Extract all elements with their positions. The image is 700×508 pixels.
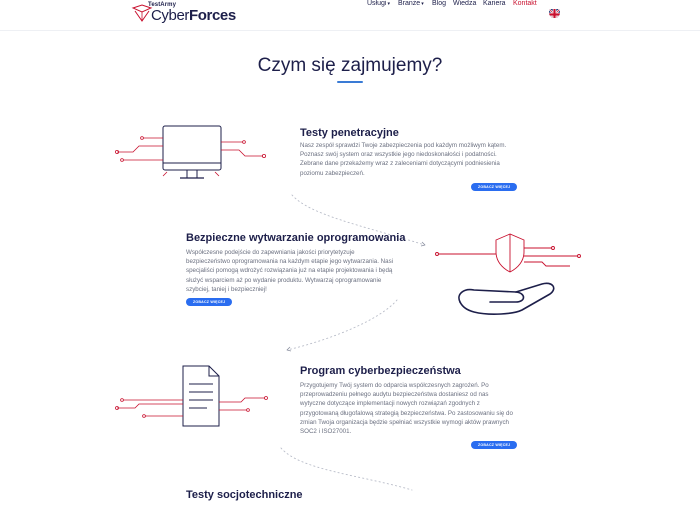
nav-item-wiedza[interactable]: Wiedza [453,0,476,7]
section-title: Testy socjotechniczne [186,489,303,501]
monitor-icon [115,125,266,179]
section-title: Program cyberbezpieczeństwa [300,365,461,377]
nav-item-uslugi[interactable]: Usługi▾ [367,0,390,7]
logo-text-bold: Forces [189,7,236,24]
document-icon [115,365,268,427]
nav-item-label: Branże [398,0,421,7]
site-header: TestArmy CyberForces Usługi▾ Branże▾ Blo… [0,0,700,31]
nav-item-label: Usługi [367,0,387,7]
nav-item-blog[interactable]: Blog [432,0,446,7]
uk-flag-icon[interactable] [549,7,560,18]
section-title: Bezpieczne wytwarzanie oprogramowania [186,232,406,244]
see-more-button[interactable]: ZOBACZ WIĘCEJ [186,298,233,306]
logo[interactable]: TestArmy CyberForces [131,2,236,28]
nav-item-kontakt[interactable]: Kontakt [513,0,537,7]
see-more-button[interactable]: ZOBACZ WIĘCEJ [471,183,518,191]
logo-text: CyberForces [151,7,236,24]
nav-item-kariera[interactable]: Kariera [483,0,506,7]
title-underline [337,81,363,83]
page-title: Czym się zajmujemy? [257,55,443,76]
section-text: Nasz zespół sprawdzi Twoje zabezpieczeni… [300,142,507,177]
logo-text-light: Cyber [151,7,190,24]
chevron-down-icon: ▾ [387,1,390,7]
see-more-button[interactable]: ZOBACZ WIĘCEJ [471,441,518,449]
nav-item-branze[interactable]: Branże▾ [398,0,424,7]
section-text: Przygotujemy Twój system do odparcia wsp… [300,382,513,436]
shield-hand-icon [435,233,581,315]
section-text: Współczesne podejście do zapewniania jak… [186,249,394,293]
chevron-down-icon: ▾ [421,1,424,7]
section-title: Testy penetracyjne [300,127,399,139]
